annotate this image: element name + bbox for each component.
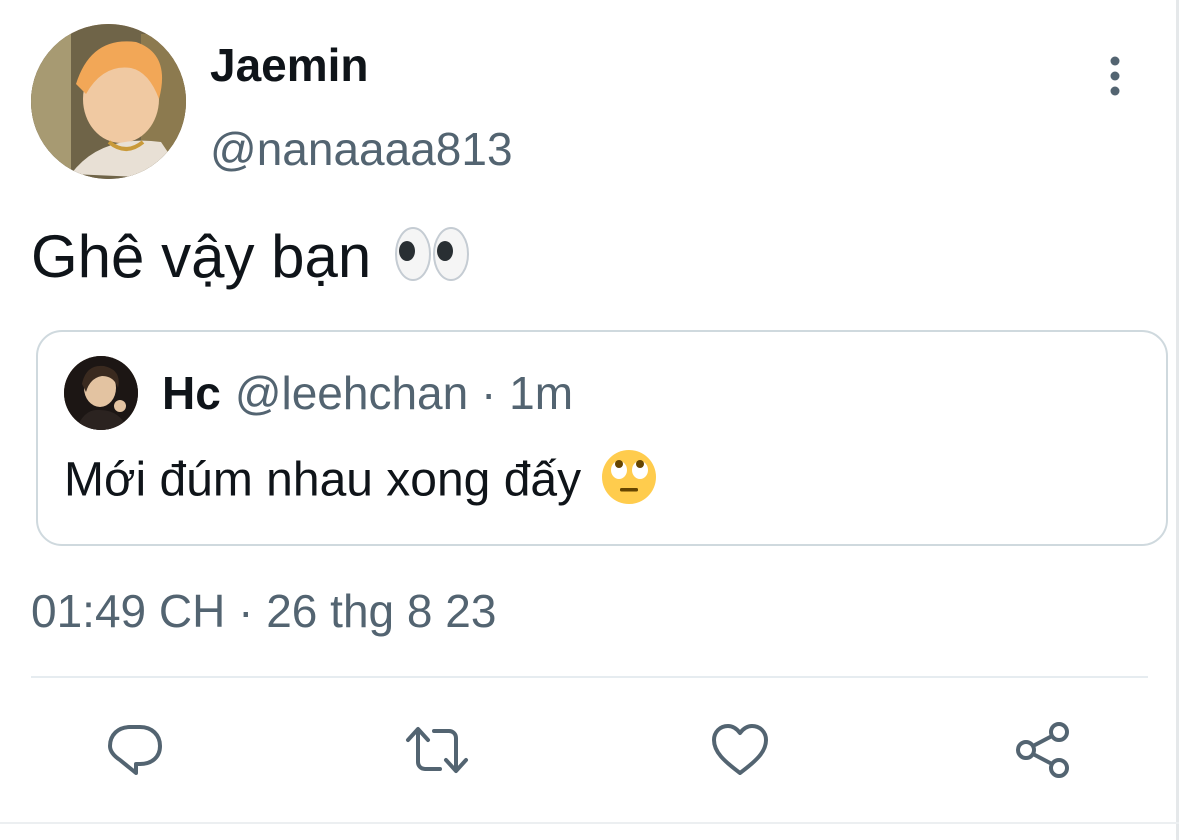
quoted-time: 1m bbox=[509, 367, 574, 419]
quoted-tweet-card[interactable]: Hc @leehchan · 1m Mới đúm nhau xong đấy bbox=[36, 330, 1168, 546]
quoted-author-handle[interactable]: @leehchan bbox=[235, 367, 468, 419]
tweet-actions bbox=[0, 710, 1179, 790]
quoted-separator: · bbox=[468, 367, 510, 419]
reply-icon bbox=[108, 725, 162, 775]
heart-icon bbox=[712, 724, 768, 775]
share-button[interactable] bbox=[1003, 710, 1083, 790]
like-button[interactable] bbox=[700, 710, 780, 790]
reply-button[interactable] bbox=[95, 710, 175, 790]
quoted-tweet-text: Mới đúm nhau xong đấy bbox=[64, 448, 658, 518]
tweet-text-content: Ghê vậy bạn bbox=[31, 223, 372, 290]
author-avatar-image bbox=[31, 24, 186, 179]
more-options-icon[interactable] bbox=[1098, 54, 1132, 98]
rolling-eyes-emoji-icon bbox=[600, 448, 658, 518]
quoted-author-avatar[interactable] bbox=[64, 356, 138, 430]
bottom-divider bbox=[0, 822, 1179, 824]
retweet-button[interactable] bbox=[397, 710, 477, 790]
tweet-timestamp[interactable]: 01:49 CH · 26 thg 8 23 bbox=[31, 584, 496, 638]
retweet-icon bbox=[406, 727, 468, 773]
share-icon bbox=[1016, 722, 1069, 778]
author-handle[interactable]: @nanaaaa813 bbox=[210, 122, 513, 176]
author-avatar[interactable] bbox=[31, 24, 186, 179]
tweet-text: Ghê vậy bạn bbox=[31, 222, 470, 298]
quoted-author-avatar-image bbox=[64, 356, 138, 430]
quoted-tweet-text-content: Mới đúm nhau xong đấy bbox=[64, 453, 582, 507]
divider bbox=[31, 676, 1148, 678]
quoted-tweet-header: Hc @leehchan · 1m bbox=[162, 366, 573, 420]
quoted-author-name[interactable]: Hc bbox=[162, 367, 221, 419]
eyes-emoji-icon bbox=[394, 224, 470, 298]
author-name[interactable]: Jaemin bbox=[210, 38, 369, 92]
